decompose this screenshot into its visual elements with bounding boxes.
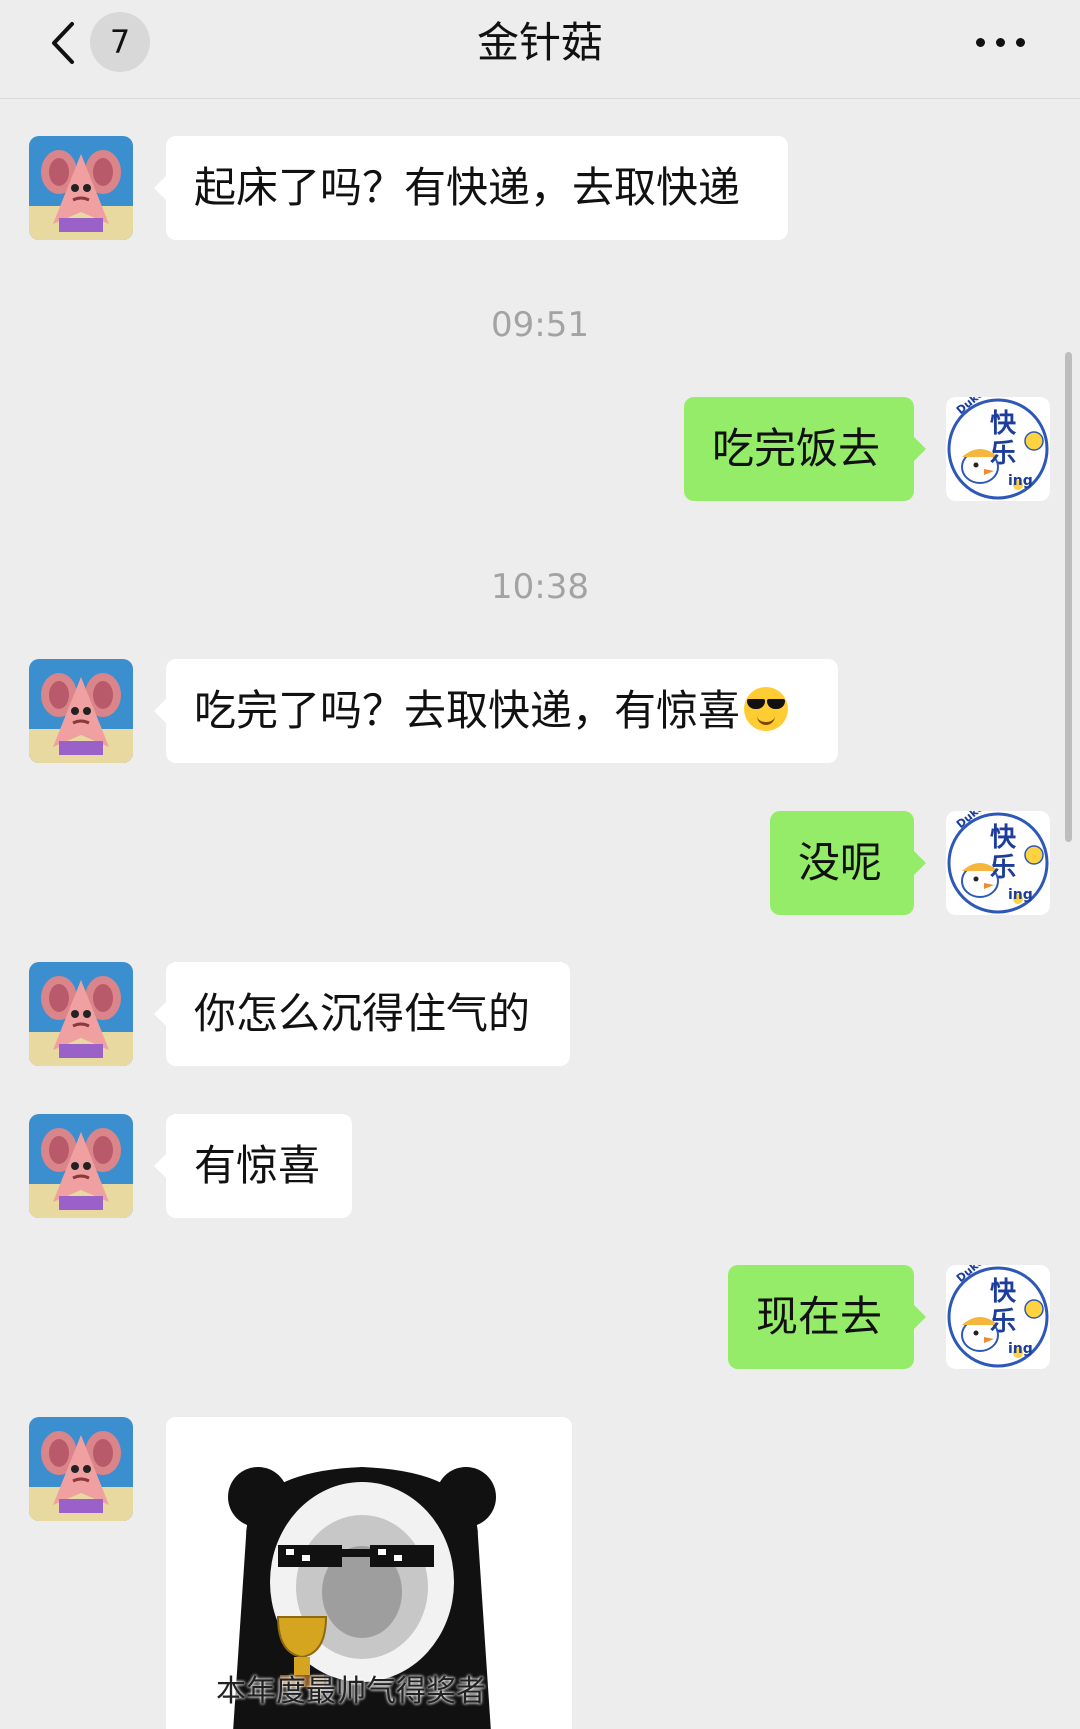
more-icon-dot <box>976 38 985 47</box>
starfish-avatar-icon <box>29 659 133 763</box>
starfish-avatar-icon <box>29 1114 133 1218</box>
my-avatar-subtext: ing <box>1008 1341 1033 1357</box>
chat-title: 金针菇 <box>476 18 603 67</box>
outgoing-message-bubble[interactable]: 吃完饭去 <box>684 397 926 501</box>
my-avatar[interactable]: 快乐 ing DukeDuck <box>946 397 1050 501</box>
sunglasses-emoji-icon <box>744 687 789 731</box>
my-avatar[interactable]: 快乐 ing DukeDuck <box>946 811 1050 915</box>
my-avatar-subtext: ing <box>1008 473 1033 489</box>
starfish-avatar-icon <box>29 962 133 1066</box>
contact-avatar[interactable] <box>29 1417 133 1521</box>
scrollbar[interactable] <box>1065 352 1072 842</box>
incoming-message-bubble[interactable]: 你怎么沉得住气的 <box>154 962 570 1066</box>
more-icon-dot <box>1016 38 1025 47</box>
sticker-caption: 本年度最帅气得奖者 <box>216 1674 486 1709</box>
starfish-avatar-icon <box>29 1417 133 1521</box>
message-timestamp: 10:38 <box>491 567 589 607</box>
more-options-button[interactable] <box>976 32 1026 52</box>
my-avatar-text: 快乐 <box>990 823 1017 883</box>
chat-screen: 7 金针菇 起床了吗？有快递，去取快递 09:51 吃完饭去 快乐 ing 10… <box>0 0 1080 1729</box>
sticker-message[interactable]: 本年度最帅气得奖者 <box>166 1417 572 1729</box>
contact-avatar[interactable] <box>29 962 133 1066</box>
starfish-avatar-icon <box>29 136 133 240</box>
contact-avatar[interactable] <box>29 659 133 763</box>
incoming-message-bubble[interactable]: 吃完了吗？去取快递，有惊喜 <box>154 659 838 763</box>
contact-avatar[interactable] <box>29 1114 133 1218</box>
message-timestamp: 09:51 <box>491 305 589 345</box>
outgoing-message-bubble[interactable]: 现在去 <box>728 1265 926 1369</box>
my-avatar[interactable]: 快乐 ing DukeDuck <box>946 1265 1050 1369</box>
chat-header: 7 金针菇 <box>0 0 1080 99</box>
my-avatar-text: 快乐 <box>990 1277 1017 1337</box>
outgoing-message-bubble[interactable]: 没呢 <box>770 811 926 915</box>
incoming-message-bubble[interactable]: 有惊喜 <box>154 1114 352 1218</box>
message-text: 吃完了吗？去取快递，有惊喜 <box>194 686 741 735</box>
my-avatar-text: 快乐 <box>990 409 1017 469</box>
my-avatar-subtext: ing <box>1008 887 1033 903</box>
more-icon-dot <box>996 38 1005 47</box>
incoming-message-bubble[interactable]: 起床了吗？有快递，去取快递 <box>154 136 788 240</box>
contact-avatar[interactable] <box>29 136 133 240</box>
